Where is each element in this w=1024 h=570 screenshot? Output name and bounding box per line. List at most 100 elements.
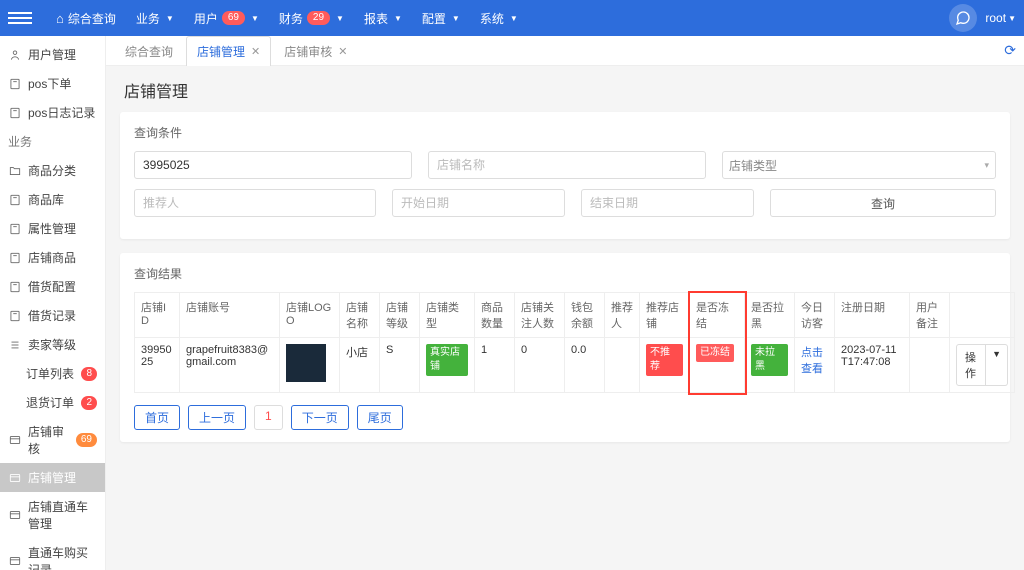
pager-page[interactable]: 1 (254, 405, 283, 430)
col-header: 商品数量 (475, 293, 515, 338)
nav-home[interactable]: ⌂综合查询 (48, 0, 124, 36)
sidebar-item[interactable]: 借货记录 (0, 301, 105, 330)
cell-account: grapefruit8383@gmail.com (180, 338, 280, 393)
sidebar-item[interactable]: 店铺商品 (0, 243, 105, 272)
card-icon (8, 471, 22, 485)
type-tag: 真实店铺 (426, 344, 468, 376)
sidebar-badge: 69 (76, 433, 97, 447)
shop-logo[interactable] (286, 344, 326, 382)
shop-type-select[interactable]: 店铺类型▾ (722, 151, 996, 179)
caret-icon: ▼ (394, 14, 402, 23)
nav-item[interactable]: 业务▼ (128, 0, 182, 36)
tab[interactable]: 综合查询 (114, 36, 184, 66)
cell-level: S (380, 338, 420, 393)
recshop-tag: 不推荐 (646, 344, 683, 376)
sidebar-item[interactable]: 商品库 (0, 185, 105, 214)
sidebar-label: 店铺商品 (28, 249, 76, 266)
top-nav: ⌂综合查询业务▼用户69▼财务29▼报表▼配置▼系统▼ (48, 0, 526, 36)
pager-last[interactable]: 尾页 (357, 405, 403, 430)
folder-icon (8, 164, 22, 178)
chat-button[interactable] (949, 4, 977, 32)
nav-item[interactable]: 配置▼ (414, 0, 468, 36)
operate-button[interactable]: 操作 (956, 344, 986, 386)
sidebar-item[interactable]: pos下单 (0, 69, 105, 98)
sidebar-item[interactable]: 用户管理 (0, 40, 105, 69)
close-icon[interactable]: ✕ (251, 45, 260, 58)
col-header: 店铺等级 (380, 293, 420, 338)
sidebar-label: 卖家等级 (28, 336, 76, 353)
tab[interactable]: 店铺审核✕ (273, 36, 358, 66)
col-header: 店铺关注人数 (515, 293, 565, 338)
cell-referrer (605, 338, 640, 393)
close-icon[interactable]: ✕ (338, 45, 347, 58)
sidebar-item[interactable]: 退货订单 2 (0, 388, 105, 417)
refresh-icon[interactable]: ⟳ (1004, 42, 1016, 59)
sidebar-label: 店铺管理 (28, 469, 76, 486)
pager-prev[interactable]: 上一页 (188, 405, 246, 430)
cell-regdate: 2023-07-11T17:47:08 (835, 338, 910, 393)
cell-logo (280, 338, 340, 393)
nav-item[interactable]: 用户69▼ (186, 0, 267, 36)
search-panel: 查询条件 店铺类型▾ 查询 (120, 112, 1010, 239)
sidebar-label: pos日志记录 (28, 104, 95, 121)
user-menu[interactable]: root▼ (985, 11, 1016, 25)
pager-next[interactable]: 下一页 (291, 405, 349, 430)
shop-id-input[interactable] (134, 151, 412, 179)
caret-icon: ▼ (510, 14, 518, 23)
sidebar-badge: 2 (81, 396, 97, 410)
cell-followers: 0 (515, 338, 565, 393)
nav-item[interactable]: 报表▼ (356, 0, 410, 36)
sidebar-item[interactable]: 店铺直通车管理 (0, 492, 105, 538)
sidebar-item[interactable]: 属性管理 (0, 214, 105, 243)
tabs: 综合查询店铺管理✕店铺审核✕ ⟳ (106, 36, 1024, 66)
caret-icon: ▼ (166, 14, 174, 23)
main: 综合查询店铺管理✕店铺审核✕⟳ 店铺管理 查询条件 店铺类型▾ 查询 (106, 36, 1024, 570)
operate-dropdown[interactable]: ▼ (986, 344, 1008, 386)
referrer-input[interactable] (134, 189, 376, 217)
col-header: 是否拉黑 (745, 293, 795, 338)
sidebar-item[interactable]: 商品分类 (0, 156, 105, 185)
cell-op: 操作 ▼ (950, 338, 1015, 393)
start-date-input[interactable] (392, 189, 565, 217)
card-icon (8, 508, 22, 522)
sidebar-section: 业务 (0, 127, 105, 156)
col-header: 店铺账号 (180, 293, 280, 338)
nav-item[interactable]: 财务29▼ (271, 0, 352, 36)
book-icon (8, 193, 22, 207)
col-header (950, 293, 1015, 338)
card-icon (8, 554, 22, 568)
cell-balance: 0.0 (565, 338, 605, 393)
sidebar-item[interactable]: pos日志记录 (0, 98, 105, 127)
cell-frozen: 已冻结 (690, 338, 745, 393)
sidebar-item[interactable]: 订单列表8 (0, 359, 105, 388)
sidebar: 用户管理 pos下单 pos日志记录业务商品分类商品库属性管理店铺商品借货配置借货记… (0, 36, 106, 570)
col-header: 用户备注 (910, 293, 950, 338)
sidebar-label: 订单列表 (26, 365, 74, 382)
book-icon (8, 309, 22, 323)
shop-name-input[interactable] (428, 151, 706, 179)
users-icon (8, 48, 22, 62)
sidebar-label: 用户管理 (28, 46, 76, 63)
tab[interactable]: 店铺管理✕ (186, 36, 271, 66)
pager-first[interactable]: 首页 (134, 405, 180, 430)
sidebar-label: 借货配置 (28, 278, 76, 295)
sidebar-item[interactable]: 直通车购买记录 (0, 538, 105, 570)
sidebar-item[interactable]: 店铺管理 (0, 463, 105, 492)
search-title: 查询条件 (134, 124, 996, 141)
end-date-input[interactable] (581, 189, 754, 217)
col-header: 店铺类型 (420, 293, 475, 338)
visitors-link[interactable]: 点击查看 (801, 347, 823, 375)
sidebar-item[interactable]: 借货配置 (0, 272, 105, 301)
nav-badge: 29 (307, 11, 330, 25)
sidebar-item[interactable]: 卖家等级 (0, 330, 105, 359)
sidebar-label: 属性管理 (28, 220, 76, 237)
query-button[interactable]: 查询 (770, 189, 996, 217)
nav-item[interactable]: 系统▼ (472, 0, 526, 36)
sidebar-label: 商品分类 (28, 162, 76, 179)
pager: 首页 上一页 1 下一页 尾页 (134, 405, 996, 430)
menu-toggle[interactable] (8, 6, 32, 30)
list-icon (8, 338, 22, 352)
sidebar-label: 退货订单 (26, 394, 74, 411)
topbar: ⌂综合查询业务▼用户69▼财务29▼报表▼配置▼系统▼ root▼ (0, 0, 1024, 36)
sidebar-item[interactable]: 店铺审核69 (0, 417, 105, 463)
